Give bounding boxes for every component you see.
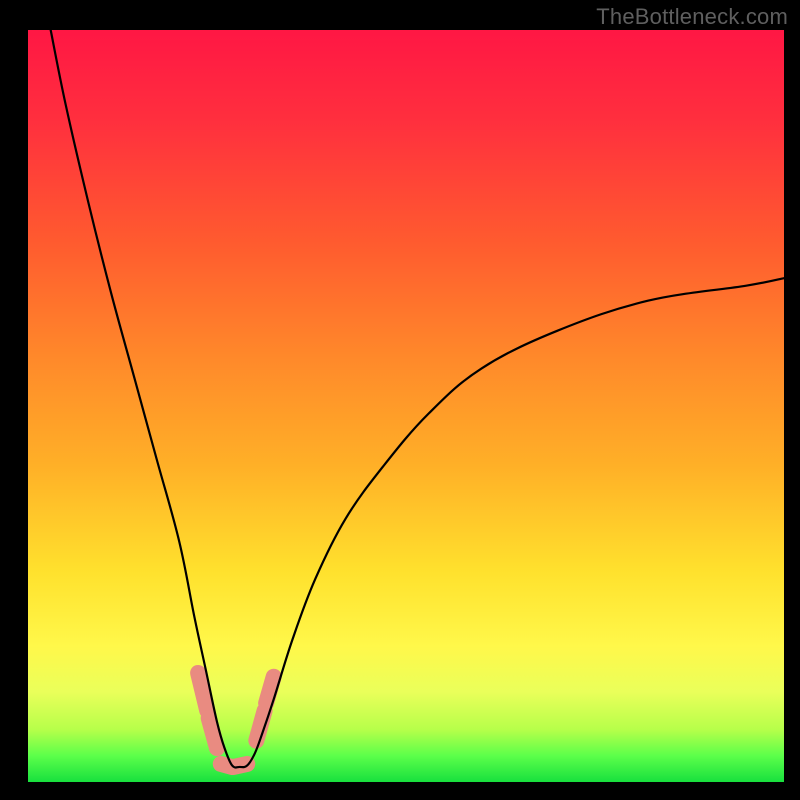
highlight-right-asc-2	[266, 677, 274, 703]
highlight-left-desc-1	[198, 673, 207, 711]
highlight-left-desc-2	[209, 718, 217, 748]
chart-stage: TheBottleneck.com	[0, 0, 800, 800]
bottleneck-plot	[0, 0, 800, 800]
watermark-text: TheBottleneck.com	[596, 4, 788, 30]
